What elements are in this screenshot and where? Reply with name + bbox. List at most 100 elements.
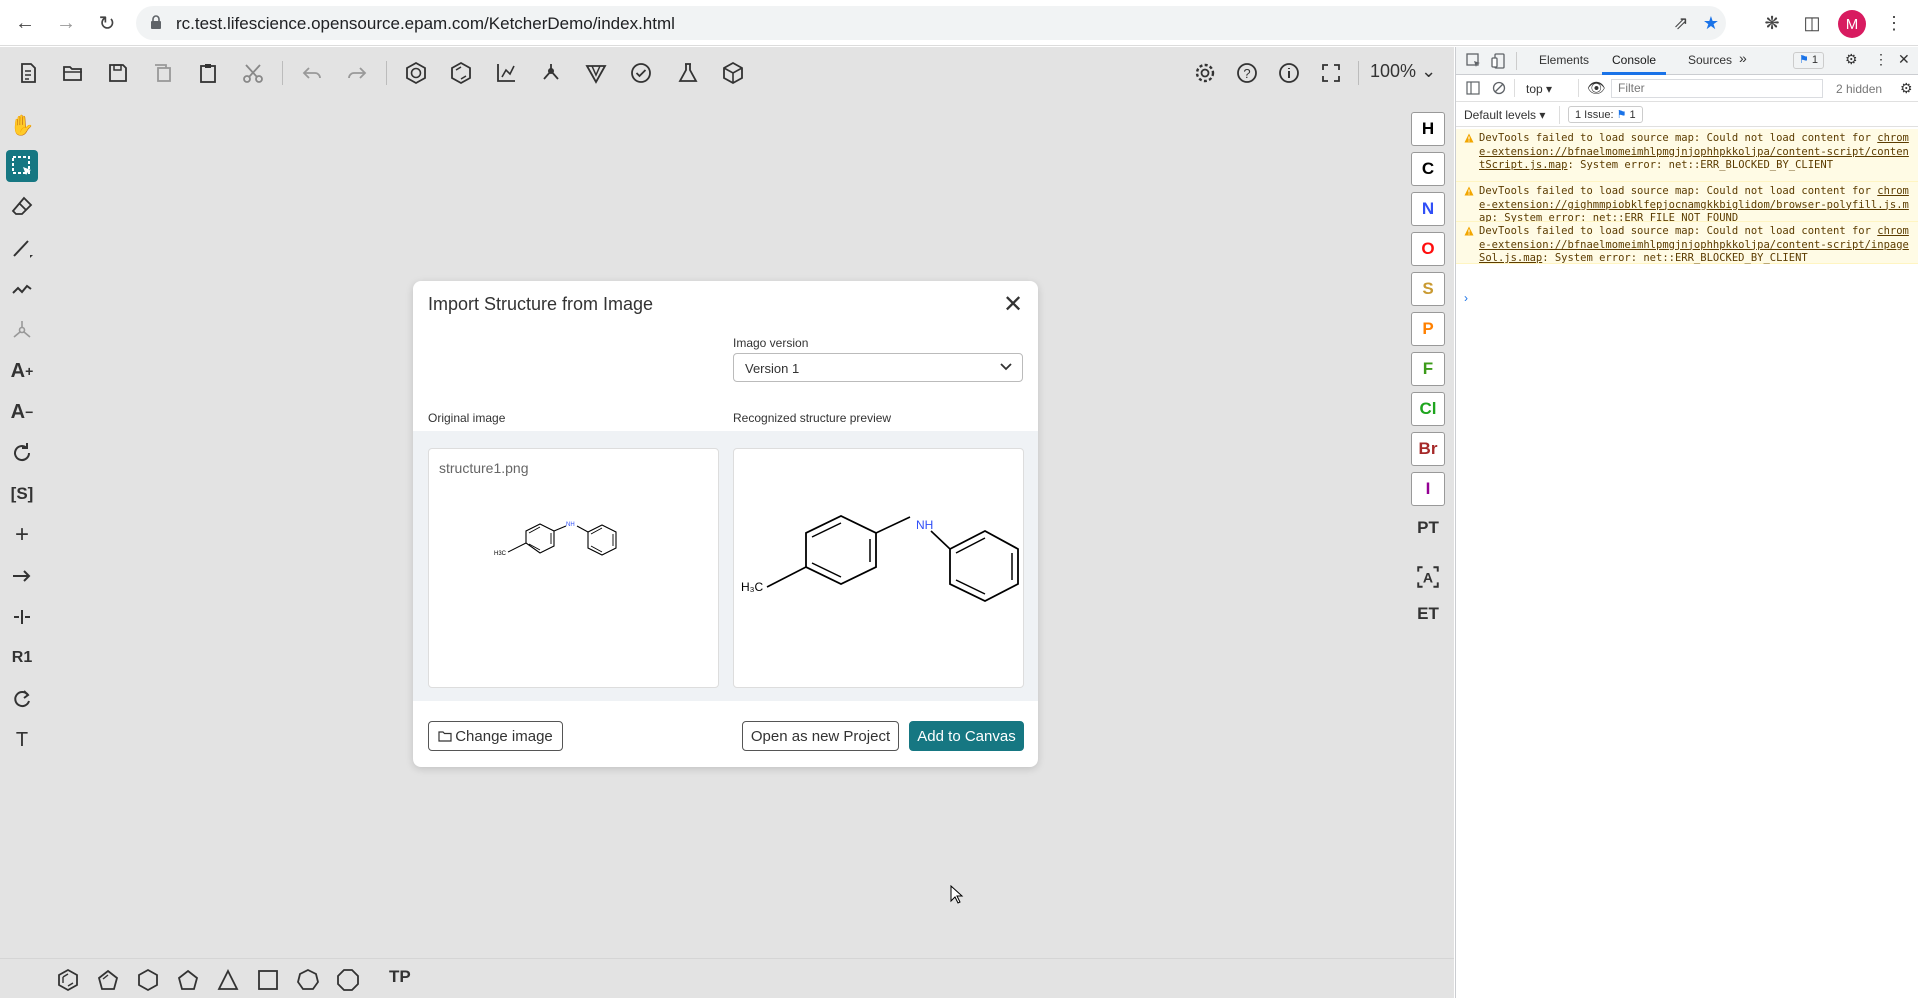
settings-gear-icon[interactable] [1191, 59, 1219, 87]
tab-console[interactable]: Console [1612, 53, 1656, 67]
filter-input[interactable]: Filter [1611, 79, 1823, 98]
calculate-cip-icon[interactable] [582, 59, 610, 87]
back-arrow-icon[interactable]: ← [12, 10, 38, 36]
forward-arrow-icon[interactable]: → [53, 10, 79, 36]
bookmark-star-icon[interactable]: ★ [1699, 11, 1723, 35]
zoom-select[interactable]: 100% ⌄ [1370, 61, 1436, 82]
issues-counter[interactable]: ⚑ 1 [1793, 52, 1825, 69]
charge-minus-icon[interactable]: A − [6, 396, 38, 428]
top-toolbar: ? 100% ⌄ [0, 47, 1454, 97]
add-to-canvas-button[interactable]: Add to Canvas [909, 721, 1024, 751]
clean-up-icon[interactable] [537, 59, 565, 87]
cyclopentane-template-icon[interactable] [175, 967, 201, 993]
browser-menu-icon[interactable]: ⋮ [1882, 11, 1906, 35]
dearomatize-icon[interactable] [447, 59, 475, 87]
atom-f-button[interactable]: F [1411, 352, 1445, 386]
console-settings-gear-icon[interactable]: ⚙ [1900, 80, 1913, 97]
text-tool-icon[interactable]: T [6, 724, 38, 756]
live-expression-eye-icon[interactable]: 👁 [1587, 79, 1606, 97]
open-folder-icon[interactable] [59, 59, 87, 87]
context-selector[interactable]: top ▾ [1526, 82, 1552, 96]
address-bar[interactable]: rc.test.lifescience.opensource.epam.com/… [136, 6, 1726, 40]
atom-n-button[interactable]: N [1411, 192, 1445, 226]
console-prompt-chevron-icon[interactable]: › [1464, 291, 1468, 305]
layout-icon[interactable] [492, 59, 520, 87]
charge-plus-icon[interactable]: A + [6, 355, 38, 387]
settings-gear-icon[interactable]: ⚙ [1845, 51, 1858, 68]
template-ring-icon[interactable] [6, 683, 38, 715]
rectangle-select-icon[interactable] [6, 150, 38, 182]
atom-p-button[interactable]: P [1411, 312, 1445, 346]
cut-scissors-icon[interactable] [239, 59, 267, 87]
close-icon[interactable]: ✕ [1898, 51, 1910, 68]
cyclopentadiene-template-icon[interactable] [95, 967, 121, 993]
redo-icon[interactable] [343, 59, 371, 87]
device-toolbar-icon[interactable] [1491, 53, 1507, 69]
help-icon[interactable]: ? [1233, 59, 1261, 87]
more-options-icon[interactable]: ⋮ [1874, 51, 1888, 68]
cyclooctane-template-icon[interactable] [335, 967, 361, 993]
fullscreen-icon[interactable] [1317, 59, 1345, 87]
cyclobutane-template-icon[interactable] [255, 967, 281, 993]
atom-s-button[interactable]: S [1411, 272, 1445, 306]
reaction-plus-icon[interactable]: + [6, 519, 38, 551]
aromatize-icon[interactable] [402, 59, 430, 87]
template-library-button[interactable]: TP [389, 967, 411, 987]
sgroup-icon[interactable]: [S] [6, 478, 38, 510]
issue-badge[interactable]: 1 Issue: ⚑ 1 [1568, 106, 1643, 123]
calculated-values-icon[interactable] [674, 59, 702, 87]
extensions-puzzle-icon[interactable]: ❋ [1760, 11, 1784, 35]
paste-icon[interactable] [194, 59, 222, 87]
cyclopropane-template-icon[interactable] [215, 967, 241, 993]
atom-h-button[interactable]: H [1411, 112, 1445, 146]
check-structure-icon[interactable] [627, 59, 655, 87]
extended-table-button[interactable]: ET [1411, 597, 1445, 631]
share-icon[interactable]: ⇗ [1669, 11, 1693, 35]
cyclohexane-template-icon[interactable] [135, 967, 161, 993]
eraser-icon[interactable] [6, 191, 38, 223]
rgroup-icon[interactable]: R1 [6, 642, 38, 674]
recognized-structure-image: H₃C NH [741, 514, 1019, 603]
atom-i-button[interactable]: I [1411, 472, 1445, 506]
undo-icon[interactable] [298, 59, 326, 87]
hand-tool-icon[interactable]: ✋ [6, 109, 38, 141]
cycloheptane-template-icon[interactable] [295, 967, 321, 993]
atom-o-button[interactable]: O [1411, 232, 1445, 266]
open-new-project-button[interactable]: Open as new Project [742, 721, 899, 751]
reaction-arrow-icon[interactable] [6, 560, 38, 592]
3d-viewer-icon[interactable] [719, 59, 747, 87]
imago-version-select[interactable]: Version 1 [733, 353, 1023, 382]
version-label: Imago version [733, 336, 809, 350]
reaction-mapping-icon[interactable] [6, 601, 38, 633]
original-nh-label: NH [566, 522, 575, 528]
devtools-tabs: Elements Console Sources » ⚑ 1 ⚙ ⋮ ✕ [1456, 47, 1918, 75]
tab-elements[interactable]: Elements [1539, 53, 1589, 67]
benzene-template-icon[interactable] [55, 967, 81, 993]
profile-avatar[interactable]: M [1838, 10, 1866, 38]
more-tabs-icon[interactable]: » [1739, 50, 1747, 66]
periodic-table-button[interactable]: PT [1411, 511, 1445, 545]
any-atom-icon[interactable]: A [1411, 560, 1445, 594]
close-icon[interactable]: ✕ [1002, 291, 1024, 318]
stereochemistry-icon[interactable] [6, 314, 38, 346]
rgroup-label: R1 [11, 649, 33, 666]
copy-icon[interactable] [149, 59, 177, 87]
single-bond-icon[interactable] [6, 232, 38, 264]
atom-c-button[interactable]: C [1411, 152, 1445, 186]
new-file-icon[interactable] [14, 59, 42, 87]
default-levels-dropdown[interactable]: Default levels ▾ [1464, 108, 1545, 122]
sidebar-toggle-icon[interactable] [1466, 81, 1480, 95]
atom-br-button[interactable]: Br [1411, 432, 1445, 466]
chain-icon[interactable] [6, 273, 38, 305]
url-path: /KetcherDemo/index.html [484, 14, 675, 33]
inspect-element-icon[interactable] [1466, 53, 1482, 69]
about-info-icon[interactable] [1275, 59, 1303, 87]
reload-icon[interactable]: ↻ [94, 10, 120, 36]
save-icon[interactable] [104, 59, 132, 87]
rotate-icon[interactable] [6, 437, 38, 469]
atom-cl-button[interactable]: Cl [1411, 392, 1445, 426]
clear-console-icon[interactable] [1492, 81, 1506, 95]
side-panel-icon[interactable]: ◫ [1800, 11, 1824, 35]
tab-sources[interactable]: Sources [1688, 53, 1732, 67]
change-image-button[interactable]: Change image [428, 721, 563, 751]
